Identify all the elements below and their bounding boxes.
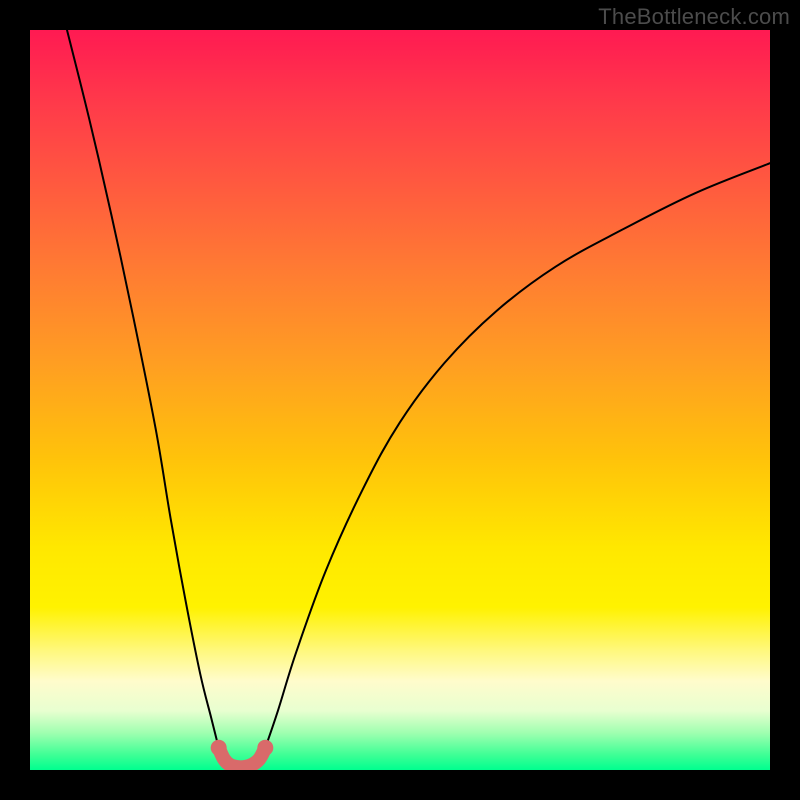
chart-frame: TheBottleneck.com bbox=[0, 0, 800, 800]
curve-layer bbox=[30, 30, 770, 770]
highlight-dot bbox=[257, 740, 273, 756]
highlight-dot bbox=[211, 740, 227, 756]
bottleneck-curve-black bbox=[67, 30, 770, 767]
watermark-text: TheBottleneck.com bbox=[598, 4, 790, 30]
highlight-endpoints bbox=[211, 740, 274, 756]
plot-area bbox=[30, 30, 770, 770]
